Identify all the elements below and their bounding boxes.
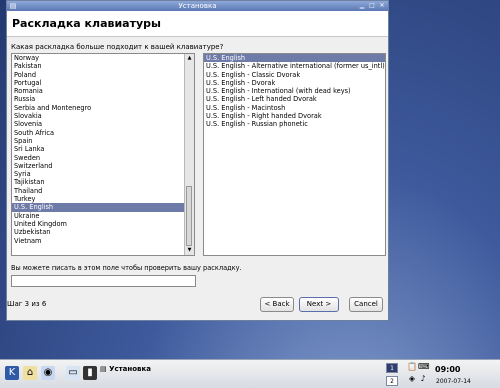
title-bar[interactable]: ▤ Установка ▁ □ ✕ [7,1,388,11]
scroll-thumb[interactable] [186,186,192,246]
test-field-hint: Вы можете писать в этом поле чтобы прове… [11,264,242,272]
country-list[interactable]: Norway Pakistan Poland Portugal Romania Russi… [11,53,195,256]
variant-list[interactable]: U.S. English U.S. English - Alternative i… [203,53,386,256]
country-list-item[interactable]: Sri Lanka [12,145,194,153]
country-list-item[interactable]: Spain [12,137,194,145]
country-list-item[interactable]: Switzerland [12,162,194,170]
app-icon[interactable]: ▤ [9,2,17,10]
variant-list-item[interactable]: U.S. English - Left handed Dvorak [204,95,385,103]
country-list-item[interactable]: Poland [12,71,194,79]
country-list-item[interactable]: Serbia and Montenegro [12,104,194,112]
network-icon[interactable]: ◈ [407,374,417,384]
country-list-item[interactable]: Sweden [12,154,194,162]
minimize-icon[interactable]: ▁ [358,2,366,10]
clock[interactable]: 09:00 [435,365,460,374]
country-list-item[interactable]: Syria [12,170,194,178]
kmenu-icon[interactable]: K [5,366,19,380]
country-list-item[interactable]: Russia [12,95,194,103]
country-list-item[interactable]: South Africa [12,129,194,137]
country-list-item[interactable]: U.S. English [12,203,194,212]
close-icon[interactable]: ✕ [378,2,386,10]
country-list-item[interactable]: Portugal [12,79,194,87]
variant-list-item[interactable]: U.S. English - Classic Dvorak [204,71,385,79]
country-list-item[interactable]: Vietnam [12,237,194,245]
variant-list-item[interactable]: U.S. English [204,54,385,63]
scroll-up-icon[interactable]: ▲ [185,54,194,63]
page-title: Раскладка клавиатуры [7,11,388,37]
variant-list-item[interactable]: U.S. English - Macintosh [204,104,385,112]
country-list-item[interactable]: Thailand [12,187,194,195]
taskbar: K ⌂ ◉ ▭ ▮ ▤ Установка 1 2 📋 ⌨ ◈ ♪ 09:00 … [0,359,500,388]
layout-question: Какая раскладка больше подходит к вашей … [11,43,224,51]
installer-task-icon: ▤ [100,365,110,373]
cancel-button[interactable]: Cancel [349,297,383,312]
installer-window: ▤ Установка ▁ □ ✕ Раскладка клавиатуры К… [6,0,389,321]
country-list-item[interactable]: Romania [12,87,194,95]
country-list-item[interactable]: Norway [12,54,194,62]
country-list-item[interactable]: Ukraine [12,212,194,220]
desktop-pager-1[interactable]: 1 [386,363,398,373]
country-scrollbar[interactable]: ▲ ▼ [184,54,194,255]
variant-list-item[interactable]: U.S. English - International (with dead … [204,87,385,95]
clipboard-icon[interactable]: 📋 [407,362,417,372]
variant-list-item[interactable]: U.S. English - Right handed Dvorak [204,112,385,120]
back-button[interactable]: < Back [260,297,294,312]
variant-list-item[interactable]: U.S. English - Dvorak [204,79,385,87]
country-list-item[interactable]: United Kingdom [12,220,194,228]
maximize-icon[interactable]: □ [368,2,376,10]
country-list-item[interactable]: Pakistan [12,62,194,70]
browser-icon[interactable]: ◉ [41,366,55,380]
country-list-item[interactable]: Uzbekistan [12,228,194,236]
country-list-item[interactable]: Slovenia [12,120,194,128]
volume-icon[interactable]: ♪ [418,374,428,384]
show-desktop-icon[interactable]: ▭ [66,366,80,380]
next-button[interactable]: Next > [299,297,339,312]
terminal-icon[interactable]: ▮ [83,366,97,380]
variant-list-item[interactable]: U.S. English - Alternative international… [204,62,385,70]
scroll-down-icon[interactable]: ▼ [185,246,194,255]
layout-test-input[interactable] [11,275,196,287]
step-indicator: Шаг 3 из 6 [7,300,47,308]
home-icon[interactable]: ⌂ [23,366,37,380]
date: 2007-07-14 [436,378,471,385]
keyboard-layout-icon[interactable]: ⌨ [418,362,430,372]
country-list-item[interactable]: Turkey [12,195,194,203]
taskbar-item-installer[interactable]: ▤ Установка [100,364,375,384]
window-title: Установка [178,2,217,10]
variant-list-item[interactable]: U.S. English - Russian phonetic [204,120,385,128]
desktop-pager-2[interactable]: 2 [386,376,398,386]
country-list-item[interactable]: Tajikistan [12,178,194,186]
country-list-item[interactable]: Slovakia [12,112,194,120]
